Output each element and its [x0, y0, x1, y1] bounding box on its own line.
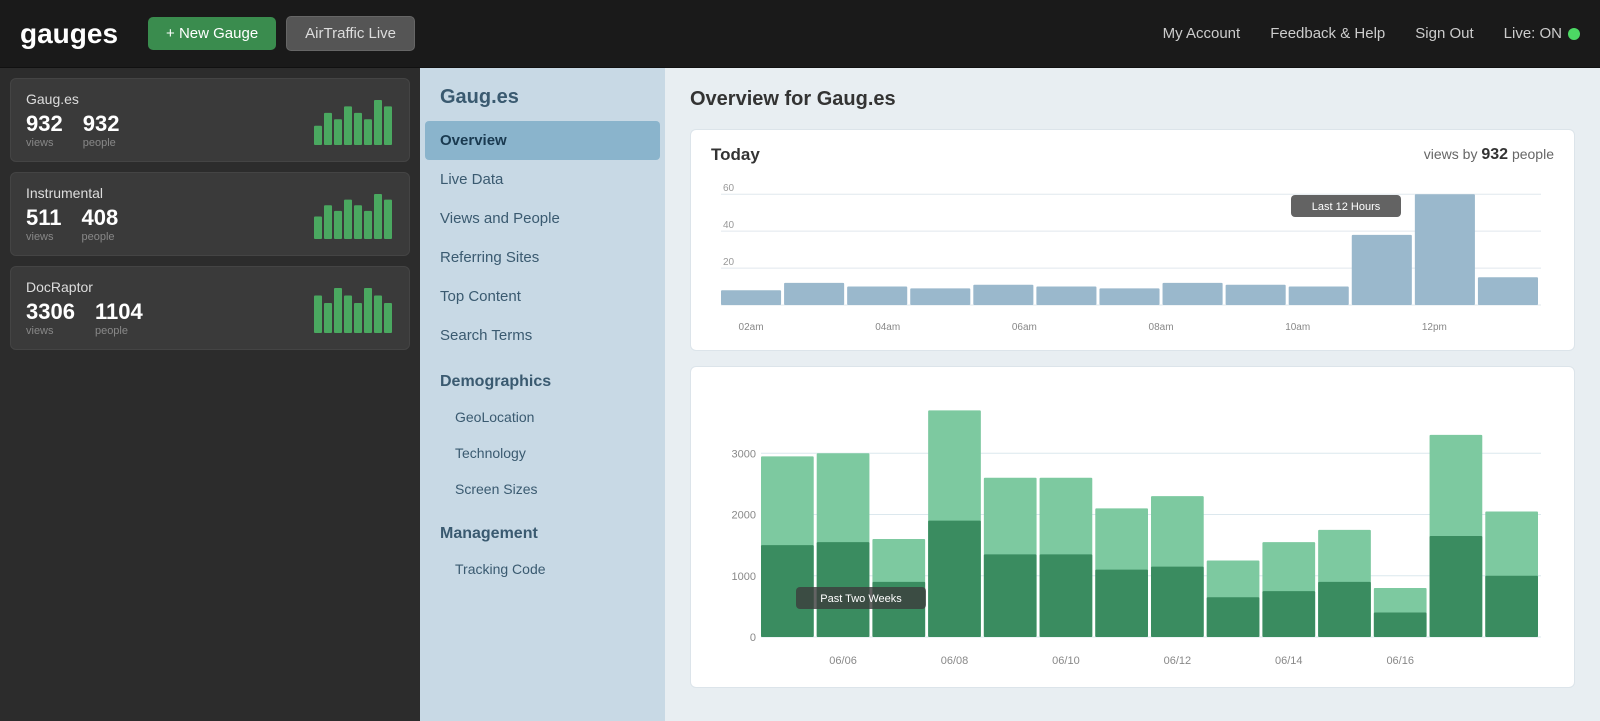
svg-text:1000: 1000 [732, 571, 756, 583]
today-chart: 020406002am04am06am08am10am12pmLast 12 H… [711, 175, 1551, 335]
nav-item[interactable]: Referring Sites [420, 238, 665, 277]
gauge-people-value: 932 [83, 113, 120, 135]
gauge-views-value: 3306 [26, 301, 75, 323]
svg-text:12pm: 12pm [1422, 322, 1447, 333]
gauge-people-value: 1104 [95, 301, 143, 323]
content-area: Overview for Gaug.es Today views by 932 … [665, 68, 1600, 721]
gauge-people-value: 408 [82, 207, 119, 229]
svg-text:Last 12 Hours: Last 12 Hours [1312, 201, 1381, 213]
weeks-section: 0 1000 2000 3000 06/06 06/08 06/10 06/12 06/14 06… [690, 366, 1575, 688]
svg-text:02am: 02am [739, 322, 764, 333]
gauge-people-label: people [95, 325, 128, 337]
nav-item[interactable]: Live Data [420, 160, 665, 199]
svg-text:Past Two Weeks: Past Two Weeks [820, 593, 902, 605]
svg-text:06/16: 06/16 [1386, 655, 1414, 667]
middle-nav: Gaug.es OverviewLive DataViews and Peopl… [420, 68, 665, 721]
gauge-card-name: Gaug.es [26, 91, 314, 107]
gauge-card[interactable]: Instrumental 511 views 408 people [10, 172, 410, 256]
gauge-card-info: Gaug.es 932 views 932 people [26, 91, 314, 149]
gauge-people-label: people [83, 137, 116, 149]
gauge-views-value: 932 [26, 113, 63, 135]
nav-sub-item[interactable]: Screen Sizes [420, 471, 665, 507]
svg-text:06/06: 06/06 [829, 655, 857, 667]
svg-text:20: 20 [723, 257, 735, 268]
gauge-mini-chart [314, 189, 394, 239]
gauge-card-name: DocRaptor [26, 279, 314, 295]
svg-text:06/10: 06/10 [1052, 655, 1080, 667]
gauge-mini-chart [314, 283, 394, 333]
airtraffic-button[interactable]: AirTraffic Live [286, 16, 415, 51]
today-section: Today views by 932 people 020406002am04a… [690, 129, 1575, 351]
signout-link[interactable]: Sign Out [1415, 25, 1473, 42]
gauge-mini-chart [314, 95, 394, 145]
svg-text:0: 0 [750, 632, 756, 644]
svg-text:04am: 04am [875, 322, 900, 333]
svg-text:08am: 08am [1149, 322, 1174, 333]
today-label: Today [711, 145, 760, 165]
nav-mgmt-item[interactable]: Tracking Code [420, 551, 665, 587]
gauge-views-value: 511 [26, 207, 62, 229]
content-title: Overview for Gaug.es [690, 88, 1575, 111]
svg-text:06/08: 06/08 [941, 655, 969, 667]
gauge-card[interactable]: Gaug.es 932 views 932 people [10, 78, 410, 162]
svg-text:40: 40 [723, 220, 735, 231]
app-logo: gauges [20, 18, 118, 50]
nav-sub-item[interactable]: Technology [420, 435, 665, 471]
new-gauge-button[interactable]: + New Gauge [148, 17, 276, 50]
nav-sub-item[interactable]: GeoLocation [420, 399, 665, 435]
nav-item[interactable]: Search Terms [420, 316, 665, 355]
gauge-list: Gaug.es 932 views 932 people Instrumenta… [0, 68, 420, 721]
svg-text:10am: 10am [1285, 322, 1310, 333]
today-views-count: 932 [1481, 146, 1508, 163]
gauge-card-name: Instrumental [26, 185, 314, 201]
live-indicator: Live: ON [1504, 25, 1580, 42]
nav-item[interactable]: Views and People [420, 199, 665, 238]
svg-text:06am: 06am [1012, 322, 1037, 333]
svg-text:60: 60 [723, 183, 735, 194]
feedback-link[interactable]: Feedback & Help [1270, 25, 1385, 42]
gauge-people-label: people [82, 231, 115, 243]
gauge-card-info: Instrumental 511 views 408 people [26, 185, 314, 243]
svg-text:2000: 2000 [732, 510, 756, 522]
svg-text:3000: 3000 [732, 448, 756, 460]
gauge-views-label: views [26, 325, 54, 337]
nav-item[interactable]: Overview [425, 121, 660, 160]
weeks-chart: 0 1000 2000 3000 06/06 06/08 06/10 06/12 06/14 06… [711, 382, 1551, 672]
svg-text:06/12: 06/12 [1164, 655, 1192, 667]
gauge-card-info: DocRaptor 3306 views 1104 people [26, 279, 314, 337]
gauge-views-label: views [26, 137, 54, 149]
nav-item[interactable]: Top Content [420, 277, 665, 316]
live-dot-icon [1568, 28, 1580, 40]
gauge-card[interactable]: DocRaptor 3306 views 1104 people [10, 266, 410, 350]
nav-gauge-title: Gaug.es [420, 68, 665, 121]
my-account-link[interactable]: My Account [1163, 25, 1241, 42]
views-people-label: views by 932 people [1424, 146, 1554, 164]
demographics-section-title: Demographics [420, 355, 665, 399]
svg-text:06/14: 06/14 [1275, 655, 1303, 667]
gauge-views-label: views [26, 231, 54, 243]
management-section-title: Management [420, 507, 665, 551]
